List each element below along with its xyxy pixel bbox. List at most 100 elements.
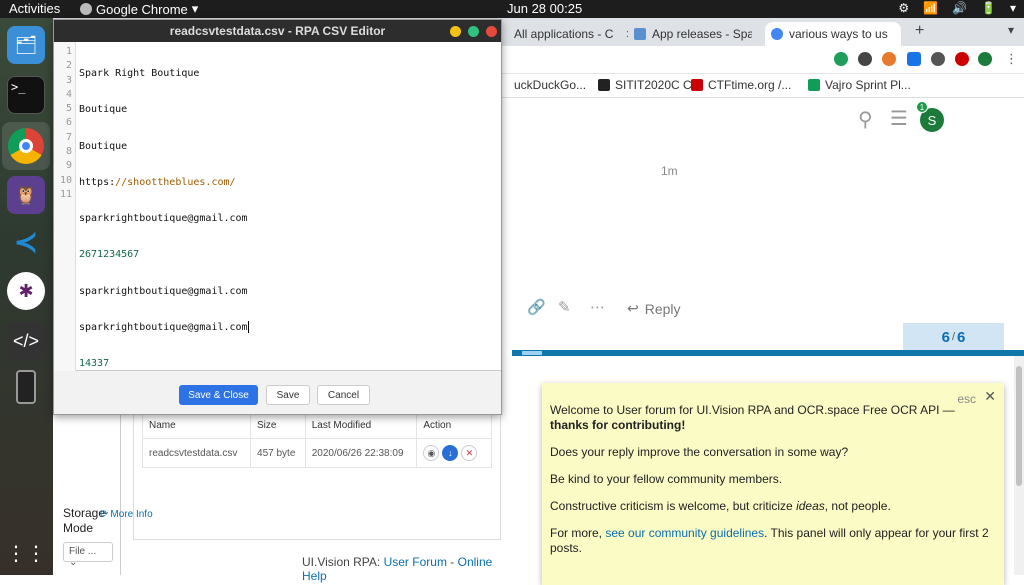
bookmark-favicon-icon — [808, 79, 820, 91]
close-window-button[interactable] — [486, 26, 497, 37]
edit-icon[interactable]: ✎ — [558, 298, 571, 316]
search-icon[interactable]: ⚲ — [858, 107, 873, 132]
kebab-menu-icon[interactable]: ⋮ — [1005, 51, 1018, 67]
code-editor[interactable]: 1 2 3 4 5 6 7 8 9 10 11 Spark Right Bout… — [54, 42, 501, 406]
clock[interactable]: Jun 28 00:25 — [507, 1, 582, 16]
close-icon[interactable]: ✕ — [900, 28, 901, 41]
reply-label: Reply — [644, 300, 681, 317]
code-line[interactable]: Spark Right Boutique — [79, 67, 249, 81]
vertical-scrollbar[interactable] — [1014, 356, 1024, 575]
editor-title-bar[interactable]: readcsvtestdata.csv - RPA CSV Editor — [54, 20, 501, 42]
activities-button[interactable]: Activities — [9, 1, 60, 16]
chevron-down-icon: ⌄ — [69, 557, 78, 568]
chevron-down-icon: ▾ — [191, 1, 199, 16]
line-number: 6 — [65, 117, 72, 129]
bookmark-favicon-icon — [598, 79, 610, 91]
download-icon[interactable]: ↓ — [442, 445, 459, 461]
view-icon[interactable]: ◉ — [423, 445, 440, 461]
tab-app-releases[interactable]: App releases - Spa✕ — [628, 22, 752, 46]
code-line[interactable]: 14337 — [79, 357, 249, 371]
vscode-app-icon[interactable]: ≺ — [7, 223, 45, 261]
bookmark-duckduckgo[interactable]: uckDuckGo... — [514, 78, 586, 92]
bookmark-label: uckDuckGo... — [514, 78, 587, 92]
maximize-button[interactable] — [468, 26, 479, 37]
grip-handle[interactable] — [522, 351, 542, 355]
user-forum-link[interactable]: User Forum — [384, 555, 447, 569]
tab-favicon-icon — [634, 28, 646, 40]
scrollbar-thumb[interactable] — [1016, 366, 1022, 486]
thanks-text: thanks for contributing! — [550, 418, 686, 432]
hamburger-menu-icon[interactable]: ☰ — [890, 106, 908, 131]
extension-icon[interactable] — [931, 52, 945, 66]
code-line-url[interactable]: https://shoottheblues.com/ — [79, 176, 249, 190]
save-button[interactable]: Save — [266, 385, 310, 405]
extension-icon[interactable] — [858, 52, 872, 66]
storage-mode-select[interactable]: File ... ⌄ — [63, 542, 113, 568]
reply-icon: ↩ — [627, 300, 639, 316]
code-line-text: sparkrightboutique@gmail.com — [79, 322, 248, 334]
link-icon[interactable]: 🔗 — [527, 298, 546, 316]
chrome-dock-icon[interactable] — [2, 122, 50, 170]
app-menu-label: Google Chrome — [96, 1, 188, 17]
extension-icon[interactable] — [907, 52, 921, 66]
code-line[interactable]: 2671234567 — [79, 248, 249, 262]
network-icon: ⚙ — [898, 1, 910, 15]
bookmark-sitit[interactable]: SITIT2020C C — [598, 78, 692, 92]
new-tab-button[interactable]: + — [915, 22, 924, 40]
column-header-action: Action — [416, 412, 492, 439]
code-line[interactable]: sparkrightboutique@gmail.com — [79, 285, 249, 299]
owl-app-icon[interactable]: 🦉 — [7, 176, 45, 214]
grammarly-extension-icon[interactable] — [834, 52, 848, 66]
tab-search-button[interactable]: ▾ — [1008, 23, 1014, 37]
code-line[interactable] — [79, 430, 249, 444]
files-app-icon[interactable]: 🗂 — [7, 26, 45, 64]
system-top-bar: Activities Google Chrome ▾ Jun 28 00:25 ⚙… — [0, 0, 1024, 18]
extension-icon[interactable] — [955, 52, 969, 66]
post-timestamp[interactable]: 1m — [661, 164, 678, 178]
slack-app-icon[interactable]: ✱ — [7, 272, 45, 310]
tab-all-applications[interactable]: All applications - C✕ — [508, 22, 628, 46]
progress-current: 6 — [941, 328, 950, 346]
tab-various-ways[interactable]: various ways to us ✕ — [765, 22, 901, 46]
uivision-app-icon[interactable]: </> — [7, 322, 45, 360]
url-rest: //shoottheblues.com/ — [115, 176, 236, 188]
column-header-modified: Last Modified — [304, 412, 418, 439]
composer-resize-bar[interactable] — [512, 350, 1024, 356]
window-title: readcsvtestdata.csv - RPA CSV Editor — [169, 24, 386, 38]
line-number: 8 — [65, 146, 72, 158]
topic-progress[interactable]: 6/6 — [903, 323, 1004, 351]
app-menu[interactable]: Google Chrome ▾ — [80, 1, 198, 17]
reply-button[interactable]: ↩ Reply — [627, 300, 681, 317]
save-close-button[interactable]: Save & Close — [179, 385, 258, 405]
notification-badge: 1 — [916, 101, 928, 113]
panel-text: Be kind to your fellow community members… — [550, 472, 783, 486]
extension-icon[interactable] — [882, 52, 896, 66]
chrome-app-icon — [80, 3, 92, 15]
cancel-button[interactable]: Cancel — [317, 385, 370, 405]
more-icon[interactable]: ⋯ — [590, 298, 605, 316]
bookmark-ctftime[interactable]: CTFtime.org /... — [691, 78, 791, 92]
code-line[interactable]: Boutique — [79, 140, 249, 154]
file-actions-cell: ◉ ↓ ✕ — [416, 438, 492, 468]
profile-avatar[interactable] — [978, 52, 992, 66]
system-tray[interactable]: ⚙ 📶 🔊 🔋 ▾ — [898, 1, 1016, 15]
panel-text-part: Constructive criticism is welcome, but c… — [550, 499, 797, 513]
text-cursor — [247, 321, 249, 334]
panel-text: Constructive criticism is welcome, but c… — [550, 499, 996, 514]
close-icon[interactable]: ✕ — [984, 389, 996, 404]
code-line[interactable]: sparkrightboutique@gmail.com — [79, 212, 249, 226]
code-line-active[interactable]: sparkrightboutique@gmail.com — [79, 321, 249, 335]
phone-app-icon[interactable] — [16, 370, 36, 404]
line-number: 5 — [65, 103, 72, 115]
delete-icon[interactable]: ✕ — [461, 445, 478, 461]
show-apps-icon[interactable]: ⋮⋮ — [6, 534, 46, 572]
line-number: 2 — [65, 60, 72, 72]
tab-label: various ways to us — [789, 27, 888, 41]
battery-icon: 🔋 — [981, 1, 996, 15]
minimize-button[interactable] — [450, 26, 461, 37]
code-line[interactable]: Boutique — [79, 103, 249, 117]
terminal-app-icon[interactable]: >_ — [7, 76, 45, 114]
guidelines-link[interactable]: see our community guidelines — [605, 526, 764, 540]
bookmark-vajro[interactable]: Vajro Sprint Pl... — [808, 78, 911, 92]
dock: 🗂 >_ 🦉 ≺ ✱ </> ⋮⋮ — [0, 18, 53, 575]
